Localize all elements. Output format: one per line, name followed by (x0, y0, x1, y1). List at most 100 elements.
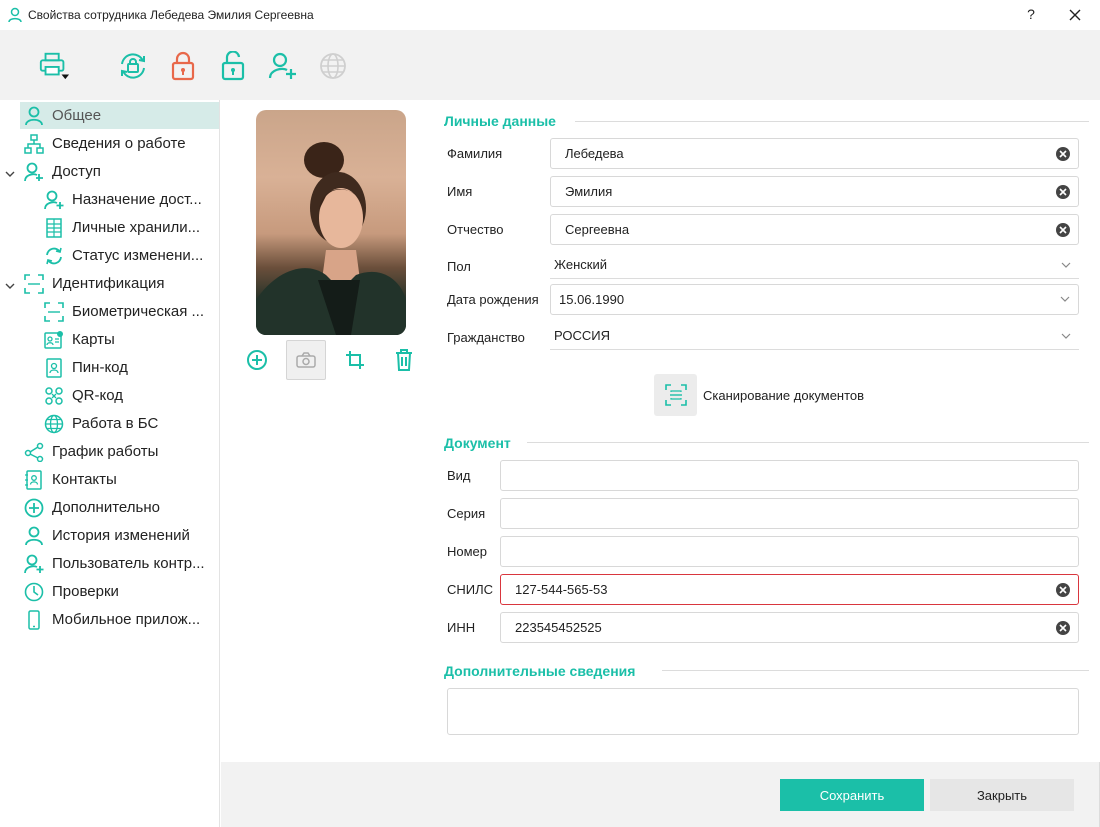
inn-label: ИНН (447, 620, 476, 635)
clear-icon[interactable] (1056, 583, 1070, 597)
user-add-icon (268, 52, 296, 79)
birth-date-picker[interactable]: 15.06.1990 (550, 284, 1079, 315)
employee-photo (256, 110, 406, 335)
sidebar-item[interactable]: График работы (20, 438, 219, 465)
last-name-value: Лебедева (565, 146, 624, 161)
birth-date-value: 15.06.1990 (559, 292, 625, 307)
share-icon (24, 442, 44, 462)
sync-lock-button[interactable] (117, 50, 149, 82)
clear-icon[interactable] (1056, 185, 1070, 199)
sidebar-item-label: QR-код (72, 387, 123, 404)
sidebar-item-label: График работы (52, 443, 159, 460)
inn-value: 223545452525 (515, 620, 602, 635)
sidebar-item[interactable]: Статус изменени... (40, 242, 219, 269)
citizenship-label: Гражданство (447, 330, 525, 345)
scan-frame-icon (24, 273, 44, 294)
sidebar-item-label: Личные хранили... (72, 219, 201, 236)
sidebar-item[interactable]: Доступ (5, 158, 219, 185)
save-button[interactable]: Сохранить (780, 779, 924, 811)
crop-button[interactable] (335, 340, 375, 380)
sidebar-item-label: Проверки (52, 583, 119, 600)
series-field[interactable] (500, 498, 1079, 529)
portrait-image (256, 142, 406, 335)
snils-value: 127-544-565-53 (515, 582, 608, 597)
camera-icon (296, 352, 316, 368)
last-name-field[interactable]: Лебедева (550, 138, 1079, 169)
clock-icon (24, 582, 44, 602)
globe-button[interactable] (317, 50, 349, 82)
sidebar-item-label: Работа в БС (72, 415, 159, 432)
sidebar-item[interactable]: Контакты (20, 466, 219, 493)
add-photo-button[interactable] (237, 340, 277, 380)
sidebar-item[interactable]: Пин-код (40, 354, 219, 381)
chevron-down-icon[interactable] (5, 278, 15, 295)
middle-name-field[interactable]: Сергеевна (550, 214, 1079, 245)
lock-open-icon (221, 51, 245, 81)
sidebar-item[interactable]: Общее (20, 102, 219, 129)
sidebar-item-label: Доступ (52, 163, 101, 180)
sidebar-item-label: Статус изменени... (72, 247, 204, 264)
unlock-button[interactable] (217, 50, 249, 82)
sidebar-item[interactable]: Личные хранили... (40, 214, 219, 241)
mobile-icon (24, 609, 44, 630)
sidebar-item[interactable]: Биометрическая ... (40, 298, 219, 325)
close-icon[interactable] (1066, 6, 1084, 24)
window-title: Свойства сотрудника Лебедева Эмилия Серг… (28, 8, 314, 22)
middle-name-label: Отчество (447, 222, 504, 237)
sidebar-item[interactable]: Дополнительно (20, 494, 219, 521)
doc-type-label: Вид (447, 468, 471, 483)
sidebar-item[interactable]: Назначение дост... (40, 186, 219, 213)
crop-icon (346, 351, 364, 369)
sidebar-item[interactable]: Сведения о работе (20, 130, 219, 157)
scan-frame-icon (44, 301, 64, 322)
help-button[interactable]: ? (1024, 6, 1038, 22)
first-name-field[interactable]: Эмилия (550, 176, 1079, 207)
sidebar-item[interactable]: Карты (40, 326, 219, 353)
toolbar (0, 30, 1100, 100)
sidebar-item-label: Сведения о работе (52, 135, 186, 152)
print-button[interactable] (38, 50, 70, 82)
scan-documents-label: Сканирование документов (703, 387, 865, 403)
camera-button[interactable] (286, 340, 326, 380)
number-field[interactable] (500, 536, 1079, 567)
sidebar-item[interactable]: QR-код (40, 382, 219, 409)
add-access-button[interactable] (267, 50, 299, 82)
refresh-icon (44, 246, 64, 266)
scan-documents-button[interactable]: Сканирование документов (654, 374, 864, 416)
doc-type-field[interactable] (500, 460, 1079, 491)
clear-icon[interactable] (1056, 621, 1070, 635)
number-label: Номер (447, 544, 488, 559)
middle-name-value: Сергеевна (565, 222, 630, 237)
lock-closed-icon (171, 51, 195, 81)
gender-select[interactable]: Женский (550, 251, 1079, 279)
clear-icon[interactable] (1056, 223, 1070, 237)
snils-label: СНИЛС (447, 582, 494, 597)
sidebar: Общее Сведения о работе Доступ Назначение д… (0, 100, 220, 827)
sidebar-item[interactable]: История изменений (20, 522, 219, 549)
sidebar-item[interactable]: Проверки (20, 578, 219, 605)
close-button[interactable]: Закрыть (930, 779, 1074, 811)
sidebar-item[interactable]: Работа в БС (40, 410, 219, 437)
extra-info-textarea[interactable] (447, 688, 1079, 735)
sidebar-item[interactable]: Мобильное прилож... (20, 606, 219, 633)
clear-icon[interactable] (1056, 147, 1070, 161)
globe-icon (44, 414, 64, 434)
sidebar-item[interactable]: Идентификация (5, 270, 219, 297)
sidebar-item-label: Карты (72, 331, 115, 348)
chevron-down-icon (1061, 262, 1071, 268)
sidebar-item[interactable]: Пользователь контр... (20, 550, 219, 577)
inn-field[interactable]: 223545452525 (500, 612, 1079, 643)
snils-field[interactable]: 127-544-565-53 (500, 574, 1079, 605)
sync-lock-icon (121, 53, 145, 79)
chevron-down-icon (1061, 333, 1071, 339)
sidebar-item-label: Контакты (52, 471, 117, 488)
citizenship-value: РОССИЯ (554, 328, 611, 343)
lock-button[interactable] (167, 50, 199, 82)
contacts-book-icon (24, 469, 44, 490)
globe-icon (320, 53, 346, 79)
delete-photo-button[interactable] (384, 340, 424, 380)
gender-value: Женский (554, 257, 607, 272)
chevron-down-icon[interactable] (5, 166, 15, 183)
citizenship-select[interactable]: РОССИЯ (550, 322, 1079, 350)
main-content: Личные данные Фамилия Лебедева Имя Эмили… (221, 100, 1100, 762)
